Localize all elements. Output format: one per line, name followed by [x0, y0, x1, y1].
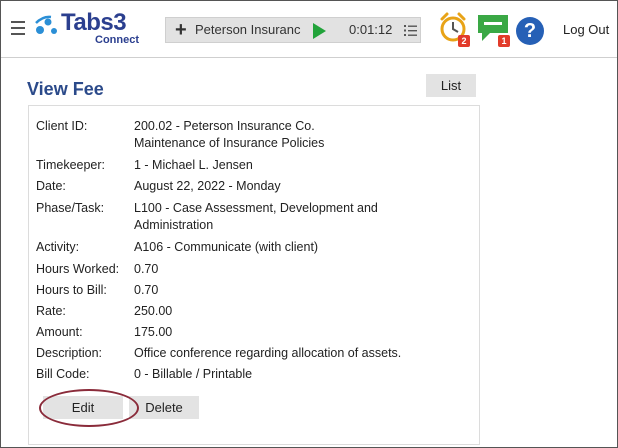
- help-icon[interactable]: ?: [516, 17, 544, 45]
- hamburger-menu-icon[interactable]: [11, 21, 25, 35]
- timer-elapsed: 0:01:12: [349, 22, 393, 37]
- plus-icon[interactable]: +: [175, 19, 187, 41]
- field-value: 0.70: [134, 262, 159, 276]
- field-label: Bill Code:: [36, 367, 90, 381]
- timer-client[interactable]: Peterson Insuranc: [195, 22, 313, 37]
- chat-badge: 1: [498, 35, 510, 47]
- field-label: Client ID:: [36, 119, 88, 133]
- logout-link[interactable]: Log Out: [563, 22, 609, 37]
- client-id-value: 200.02 - Peterson Insurance Co.: [134, 119, 315, 133]
- field-label: Timekeeper:: [36, 158, 106, 172]
- alarm-clock-icon[interactable]: 2: [438, 11, 470, 49]
- field-value: A106 - Communicate (with client): [134, 240, 319, 254]
- phase-task-value: L100 - Case Assessment, Development and: [134, 201, 378, 215]
- field-label: Date:: [36, 179, 66, 193]
- chat-icon[interactable]: 1: [476, 11, 512, 49]
- play-icon[interactable]: [313, 23, 326, 39]
- highlight-ring: [39, 389, 139, 427]
- field-label: Hours Worked:: [36, 262, 120, 276]
- field-value: August 22, 2022 - Monday: [134, 179, 281, 193]
- field-value: 1 - Michael L. Jensen: [134, 158, 253, 172]
- fee-details-card: Client ID: 200.02 - Peterson Insurance C…: [28, 105, 480, 445]
- field-value: Office conference regarding allocation o…: [134, 346, 402, 360]
- field-value: 0 - Billable / Printable: [134, 367, 253, 381]
- logo-mark-icon: [35, 15, 57, 34]
- logo-subtitle: Connect: [95, 34, 139, 46]
- list-button[interactable]: List: [426, 74, 476, 97]
- field-label: Rate:: [36, 304, 66, 318]
- field-value: 250.00: [134, 304, 173, 318]
- field-value: 200.02 - Peterson Insurance Co. Maintena…: [134, 118, 454, 152]
- field-value: L100 - Case Assessment, Development and …: [134, 200, 454, 234]
- main-content: View Fee List Client ID: 200.02 - Peters…: [19, 72, 599, 448]
- top-bar: Tabs3 Connect + Peterson Insuranc 0:01:1…: [1, 1, 617, 58]
- field-label: Amount:: [36, 325, 83, 339]
- list-icon[interactable]: [404, 24, 417, 37]
- alarm-badge: 2: [458, 35, 470, 47]
- field-label: Activity:: [36, 240, 80, 254]
- phase-task-value-cont: Administration: [134, 218, 214, 232]
- logo-word: Tabs3: [61, 9, 127, 36]
- client-matter-value: Maintenance of Insurance Policies: [134, 136, 325, 150]
- field-label: Phase/Task:: [36, 201, 105, 215]
- tabs3-logo: Tabs3 Connect: [33, 9, 153, 49]
- delete-button[interactable]: Delete: [129, 396, 199, 419]
- field-value: 0.70: [134, 283, 159, 297]
- active-timer[interactable]: + Peterson Insuranc 0:01:12: [165, 17, 421, 43]
- page-title: View Fee: [27, 79, 104, 99]
- field-label: Hours to Bill:: [36, 283, 107, 297]
- field-value: 175.00: [134, 325, 173, 339]
- field-label: Description:: [36, 346, 102, 360]
